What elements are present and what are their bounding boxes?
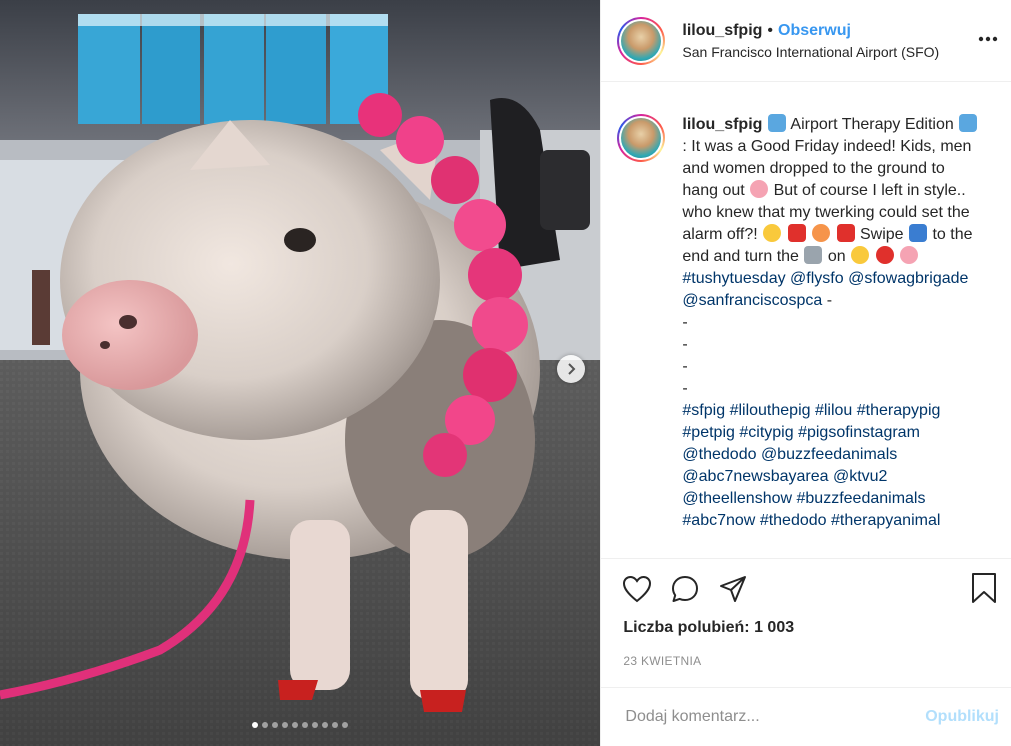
mention-link[interactable]: @abc7newsbayarea [682,468,828,485]
caption: lilou_sfpig Airport Therapy Edition : It… [682,114,982,558]
action-bar [601,558,1011,618]
pig-photo [0,0,601,746]
comments-area[interactable]: lilou_sfpig Airport Therapy Edition : It… [601,82,1011,558]
hashtag-link[interactable]: #tushytuesday [682,270,785,287]
save-button[interactable] [967,571,1001,605]
comment-bubble-icon [672,575,699,602]
likes-count[interactable]: Liczba polubień: 1 003 [601,618,1011,646]
right-arrow-emoji-icon [909,224,927,242]
avatar-image [621,20,662,61]
instagram-post: lilou_sfpig • Obserwuj San Francisco Int… [0,0,1011,746]
speaker-emoji-icon [804,246,823,264]
heart-icon [623,575,652,602]
carousel-dot [262,722,269,728]
avatar[interactable] [617,16,666,65]
mention-link[interactable]: @thedodo [682,446,756,463]
mention-link[interactable]: @sanfranciscospca [682,292,822,309]
caption-text: on [827,248,846,265]
share-arrow-icon [720,575,747,602]
dash-text: - [826,292,833,309]
siren-emoji-icon [836,224,855,242]
hashtag-link[interactable]: #lilouthepig [730,402,811,419]
post-media[interactable] [0,0,601,746]
more-dots-icon [978,36,998,42]
avatar-image [621,118,662,158]
caption-avatar[interactable] [617,114,666,162]
hashtag-link[interactable]: #petpig [682,424,735,441]
mention-link[interactable]: @theellenshow [682,490,792,507]
caption-text: Swipe [859,226,904,243]
carousel-indicator [0,722,600,728]
comment-form: Opublikuj [601,687,1011,746]
carousel-dot [292,722,299,728]
hashtag-link[interactable]: #buzzfeedanimals [797,490,926,507]
dash-text: - [682,336,688,353]
mention-link[interactable]: @ktvu2 [833,468,887,485]
peach-emoji-icon [812,224,831,242]
like-button[interactable] [620,572,654,606]
share-button[interactable] [716,572,750,606]
bookmark-icon [972,573,996,603]
more-options-button[interactable] [977,28,999,50]
mention-link[interactable]: @flysfo [790,270,844,287]
hashtag-link[interactable]: #pigsofinstagram [798,424,920,441]
siren-emoji-icon [787,224,806,242]
airplane-emoji-icon [959,114,978,132]
carousel-dot [272,722,279,728]
publish-button[interactable]: Opublikuj [925,708,999,726]
pig-face-emoji-icon [750,180,769,198]
carousel-dot [342,722,349,728]
dash-text: - [682,314,688,331]
mention-link[interactable]: @sfowagbrigade [848,270,968,287]
laughing-emoji-icon [763,224,782,242]
carousel-dot [322,722,329,728]
departure-boards [78,14,388,124]
location-link[interactable]: San Francisco International Airport (SFO… [682,44,939,60]
hashtag-link[interactable]: #thedodo [760,512,827,529]
kiss-emoji-icon [851,246,870,264]
hashtag-link[interactable]: #therapyanimal [831,512,940,529]
hashtag-link[interactable]: #sfpig [682,402,725,419]
post-date[interactable]: 23 KWIETNIA [601,646,1011,686]
hashtag-link[interactable]: #therapypig [857,402,941,419]
chevron-right-icon [568,363,576,375]
mention-link[interactable]: @buzzfeedanimals [761,446,897,463]
carousel-dot [252,722,259,728]
post-header: lilou_sfpig • Obserwuj San Francisco Int… [601,0,1011,82]
airplane-emoji-icon [767,114,786,132]
carousel-dot [332,722,339,728]
pig-face-emoji-icon [900,246,919,264]
dash-text: - [682,358,688,375]
carousel-dot [282,722,289,728]
carousel-dot [312,722,319,728]
post-side-panel: lilou_sfpig • Obserwuj San Francisco Int… [600,0,1011,746]
hashtag-link[interactable]: #lilou [815,402,852,419]
hashtag-link[interactable]: #citypig [739,424,793,441]
heart-emoji-icon [875,246,894,264]
username-link[interactable]: lilou_sfpig [682,22,762,40]
hashtag-link[interactable]: #abc7now [682,512,755,529]
caption-text: Airport Therapy Edition [790,116,954,133]
separator-dot: • [767,21,774,39]
follow-button[interactable]: Obserwuj [778,22,851,40]
comment-button[interactable] [668,572,702,606]
caption-username[interactable]: lilou_sfpig [682,116,762,133]
comment-input[interactable] [623,707,926,727]
dash-text: - [682,380,688,397]
carousel-dot [302,722,309,728]
next-image-button[interactable] [557,355,585,383]
